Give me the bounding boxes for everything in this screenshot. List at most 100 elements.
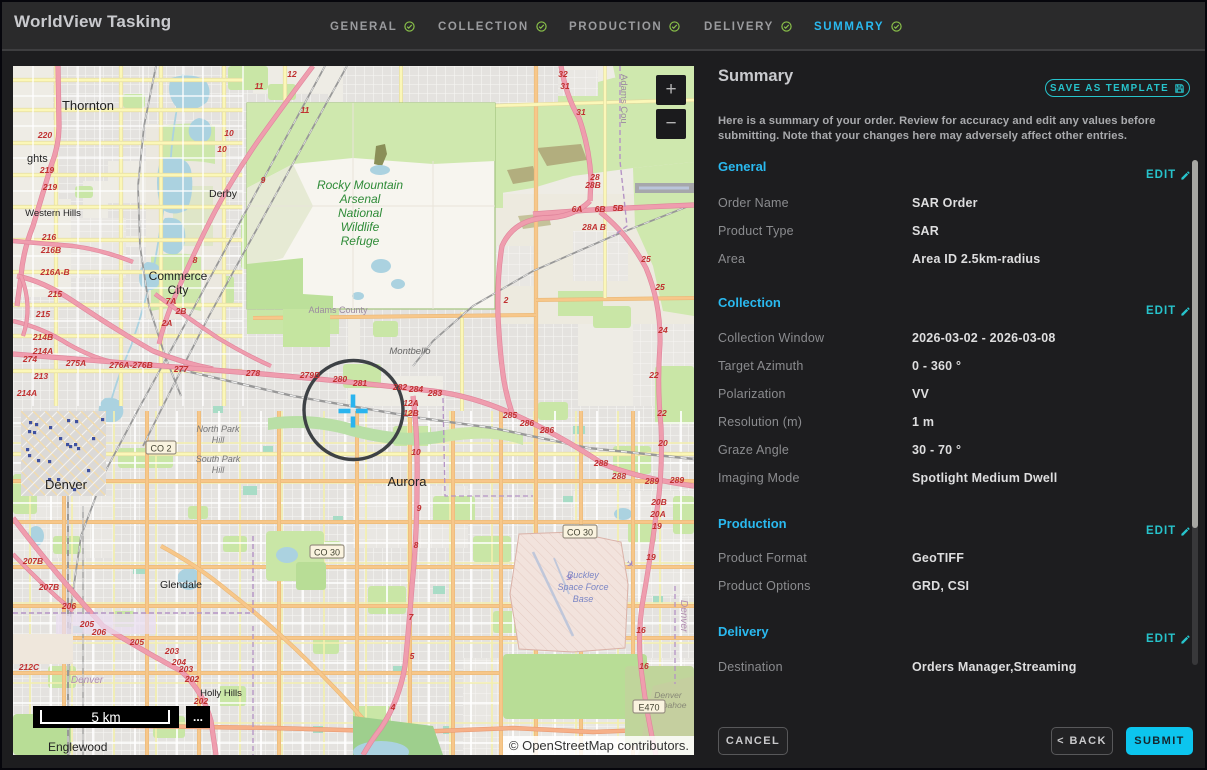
svg-text:Rocky Mountain: Rocky Mountain [317,178,403,192]
svg-text:20: 20 [657,438,668,448]
svg-text:Hill: Hill [212,465,225,475]
svg-text:11: 11 [301,105,310,115]
svg-text:Adams Cou: Adams Cou [618,74,629,124]
svg-text:Englewood: Englewood [48,740,107,754]
svg-text:E470: E470 [638,703,659,713]
svg-text:288: 288 [611,471,626,481]
svg-text:28A B: 28A B [581,222,606,232]
svg-text:7A: 7A [166,296,177,306]
svg-text:2B: 2B [175,306,187,316]
svg-text:212C: 212C [18,662,40,672]
svg-text:274: 274 [22,354,37,364]
svg-text:278: 278 [245,368,260,378]
svg-text:215: 215 [35,309,50,319]
svg-text:Thornton: Thornton [62,98,114,113]
svg-text:Denver: Denver [71,675,104,686]
svg-text:214B: 214B [32,332,53,342]
svg-text:31: 31 [560,81,570,91]
svg-text:285: 285 [502,410,517,420]
svg-text:282: 282 [392,382,407,392]
svg-text:12: 12 [287,69,297,79]
svg-text:202: 202 [193,696,208,706]
svg-text:2A: 2A [161,318,173,328]
svg-text:12A: 12A [403,398,419,408]
svg-text:25: 25 [654,282,665,292]
svg-text:5B: 5B [613,203,624,213]
svg-text:286: 286 [519,418,534,428]
svg-text:Aurora: Aurora [387,474,427,489]
svg-text:8: 8 [414,540,419,550]
svg-text:281: 281 [352,378,367,388]
svg-text:284: 284 [408,384,423,394]
svg-text:6A: 6A [572,204,583,214]
svg-text:10: 10 [217,144,227,154]
svg-text:Hill: Hill [212,435,225,445]
svg-text:South Park: South Park [196,454,241,464]
svg-text:288: 288 [593,458,608,468]
svg-text:Refuge: Refuge [341,234,380,248]
svg-text:Western Hills: Western Hills [25,208,81,219]
svg-text:16: 16 [639,661,649,671]
svg-text:Denver: Denver [678,600,689,633]
svg-text:216: 216 [41,232,56,242]
svg-text:19: 19 [652,521,662,531]
svg-text:CO 2: CO 2 [150,444,171,454]
svg-text:CO 30: CO 30 [314,548,340,558]
svg-text:202: 202 [184,674,199,684]
svg-text:25: 25 [640,254,651,264]
svg-text:205: 205 [129,637,144,647]
svg-text:216B: 216B [40,245,61,255]
svg-text:31: 31 [576,107,586,117]
svg-text:Space Force: Space Force [557,582,608,592]
svg-text:275A: 275A [65,358,86,368]
svg-text:16: 16 [636,625,646,635]
svg-text:289: 289 [644,476,659,486]
svg-text:Arsenal: Arsenal [339,192,381,206]
svg-text:National: National [338,206,382,220]
svg-text:20B: 20B [650,497,667,507]
svg-text:219: 219 [39,165,54,175]
svg-text:Buckley: Buckley [567,570,599,580]
svg-text:279B: 279B [299,370,320,380]
svg-text:Commerce: Commerce [149,269,208,283]
svg-text:19: 19 [646,552,656,562]
svg-text:CO 30: CO 30 [567,528,593,538]
svg-text:219: 219 [42,182,57,192]
svg-text:Base: Base [573,594,594,604]
svg-text:Adams County: Adams County [308,305,368,315]
svg-text:207B: 207B [22,556,43,566]
svg-text:213: 213 [33,371,48,381]
svg-text:4: 4 [390,702,396,712]
svg-text:Derby: Derby [209,188,238,200]
svg-text:20A: 20A [649,509,666,519]
svg-text:10: 10 [224,128,234,138]
svg-text:9: 9 [261,175,266,185]
svg-text:9: 9 [417,503,422,513]
svg-text:289: 289 [669,475,684,485]
svg-text:283: 283 [427,388,442,398]
svg-text:277: 277 [173,364,189,374]
svg-text:2: 2 [503,295,509,305]
svg-text:280: 280 [332,374,347,384]
svg-text:203: 203 [164,646,179,656]
svg-text:32: 32 [558,69,568,79]
svg-text:5: 5 [410,651,415,661]
svg-text:207B: 207B [38,582,59,592]
svg-text:10: 10 [411,447,421,457]
svg-text:Denver: Denver [45,477,88,492]
svg-text:22: 22 [656,408,667,418]
svg-text:203: 203 [178,664,193,674]
svg-text:Wildlife: Wildlife [341,220,380,234]
svg-text:24: 24 [657,325,668,335]
svg-text:ghts: ghts [27,153,48,165]
svg-text:220: 220 [37,130,52,140]
svg-text:214A: 214A [16,388,37,398]
svg-text:206: 206 [61,601,76,611]
svg-text:11: 11 [255,81,264,91]
svg-text:Denver: Denver [654,690,683,700]
svg-text:28B: 28B [584,180,601,190]
svg-text:286: 286 [539,425,554,435]
svg-text:206: 206 [91,627,106,637]
svg-text:North Park: North Park [196,424,240,434]
svg-text:Montbello: Montbello [389,346,430,357]
